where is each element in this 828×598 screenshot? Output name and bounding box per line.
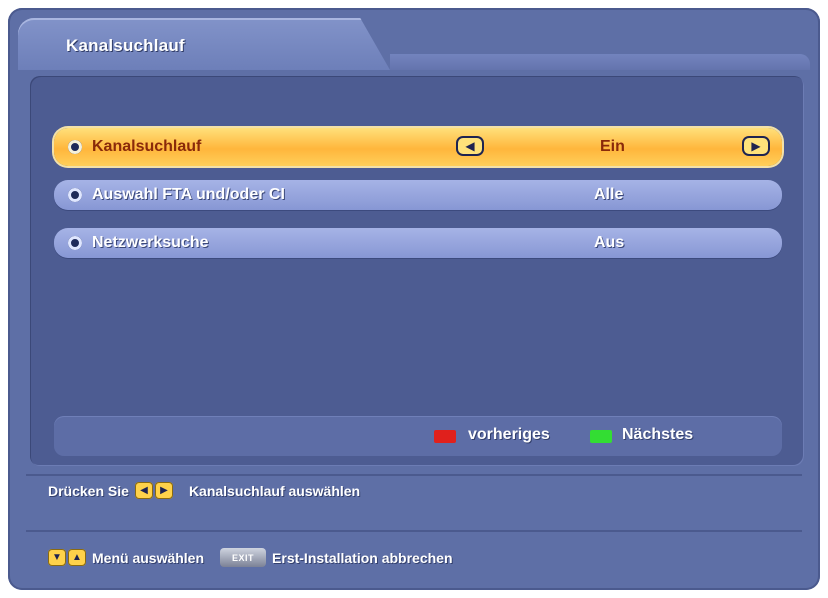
red-key-icon[interactable]: [434, 430, 456, 443]
menu-panel: Kanalsuchlauf ◀ Ein ▶ Auswahl FTA und/od…: [30, 76, 804, 466]
color-key-bar: vorheriges Nächstes: [54, 416, 782, 456]
menu-item-auswahl-fta-ci[interactable]: Auswahl FTA und/oder CI Alle: [54, 180, 782, 210]
menu-item-value: Alle: [594, 186, 624, 203]
help-prefix: Drücken Sie: [48, 482, 129, 499]
exit-key-icon: EXIT: [220, 548, 267, 567]
green-key-icon[interactable]: [590, 430, 612, 443]
menu-item-kanalsuchlauf[interactable]: Kanalsuchlauf ◀ Ein ▶: [54, 128, 782, 166]
bullet-icon: [68, 236, 82, 250]
help-line-2: ▼ ▲ Menü auswählen EXIT Erst-Installatio…: [48, 548, 453, 567]
page-title: Kanalsuchlauf: [66, 36, 185, 55]
menu-item-value: Ein: [600, 138, 625, 155]
osd-screen: Kanalsuchlauf Kanalsuchlauf ◀ Ein ▶ Ausw…: [8, 8, 820, 590]
green-key-label: Nächstes: [622, 426, 694, 443]
menu-item-label: Auswahl FTA und/oder CI: [92, 186, 285, 203]
divider: [26, 530, 802, 532]
down-key-icon: ▼: [48, 549, 66, 566]
right-key-icon: ▶: [154, 482, 173, 499]
menu-item-label: Kanalsuchlauf: [92, 138, 202, 155]
help-exit-text: Erst-Installation abbrechen: [272, 549, 453, 566]
bullet-icon: [68, 188, 82, 202]
up-key-icon: ▲: [68, 549, 86, 566]
bullet-icon: [68, 140, 82, 154]
header-bar: [390, 54, 810, 70]
help-suffix: Kanalsuchlauf auswählen: [188, 482, 361, 499]
left-key-icon: ◀: [134, 482, 153, 499]
right-arrow-icon[interactable]: ▶: [742, 136, 770, 156]
divider: [26, 474, 802, 476]
help-line-1: Drücken Sie ◀ ▶ Kanalsuchlauf auswählen: [48, 482, 360, 499]
left-arrow-icon[interactable]: ◀: [456, 136, 484, 156]
menu-item-netzwerksuche[interactable]: Netzwerksuche Aus: [54, 228, 782, 258]
menu-item-value: Aus: [594, 234, 625, 251]
red-key-label: vorheriges: [468, 426, 550, 443]
help-menu-text: Menü auswählen: [92, 549, 205, 566]
menu-item-label: Netzwerksuche: [92, 234, 209, 251]
